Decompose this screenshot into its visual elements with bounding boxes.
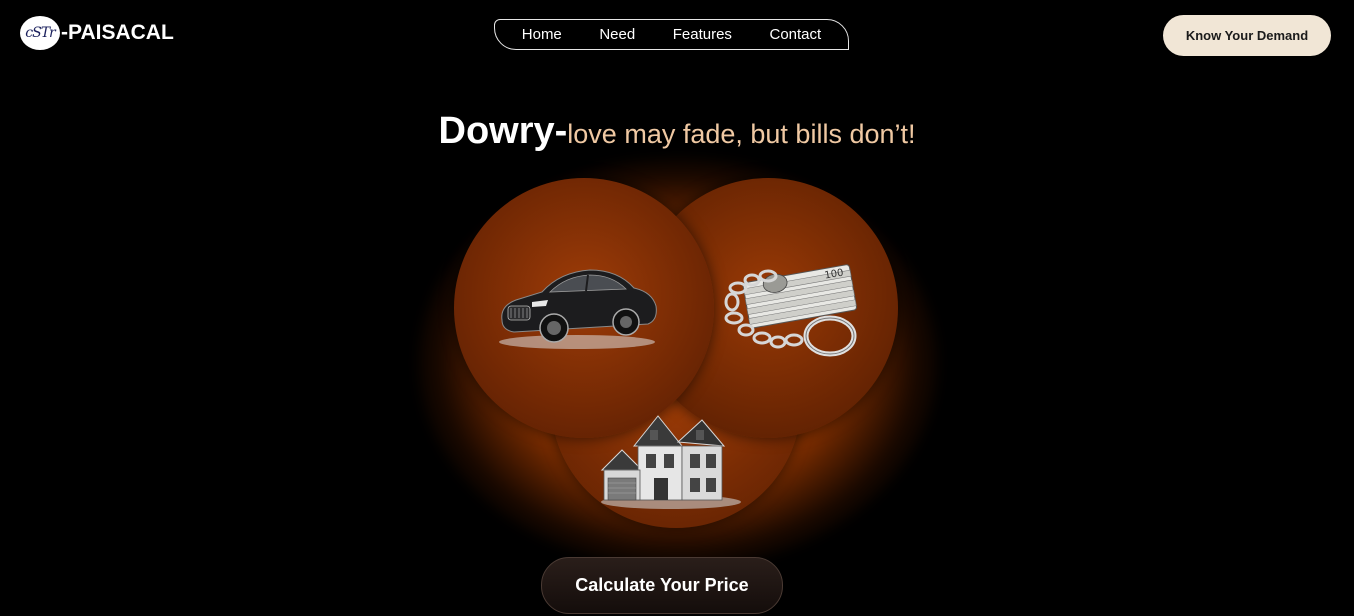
main-nav: Home Need Features Contact xyxy=(494,19,849,50)
logo[interactable]: cSTr -PAISACAL xyxy=(20,16,174,50)
house-icon xyxy=(600,415,741,509)
money-stack-icon: 100 xyxy=(724,264,857,357)
calculate-price-button[interactable]: Calculate Your Price xyxy=(541,557,783,614)
know-your-demand-button[interactable]: Know Your Demand xyxy=(1163,15,1331,56)
nav-features[interactable]: Features xyxy=(673,26,732,43)
page: cSTr -PAISACAL Home Need Features Contac… xyxy=(0,0,1354,616)
nav-need[interactable]: Need xyxy=(599,26,635,43)
headline-tagline: love may fade, but bills don’t! xyxy=(567,119,916,149)
logo-text: -PAISACAL xyxy=(61,21,174,44)
nav-home[interactable]: Home xyxy=(522,26,562,43)
nav-contact[interactable]: Contact xyxy=(769,26,821,43)
logo-badge-icon: cSTr xyxy=(20,16,60,50)
hero-headline: Dowry-love may fade, but bills don’t! xyxy=(0,110,1354,153)
headline-main: Dowry- xyxy=(438,110,568,152)
car-icon xyxy=(499,269,657,349)
